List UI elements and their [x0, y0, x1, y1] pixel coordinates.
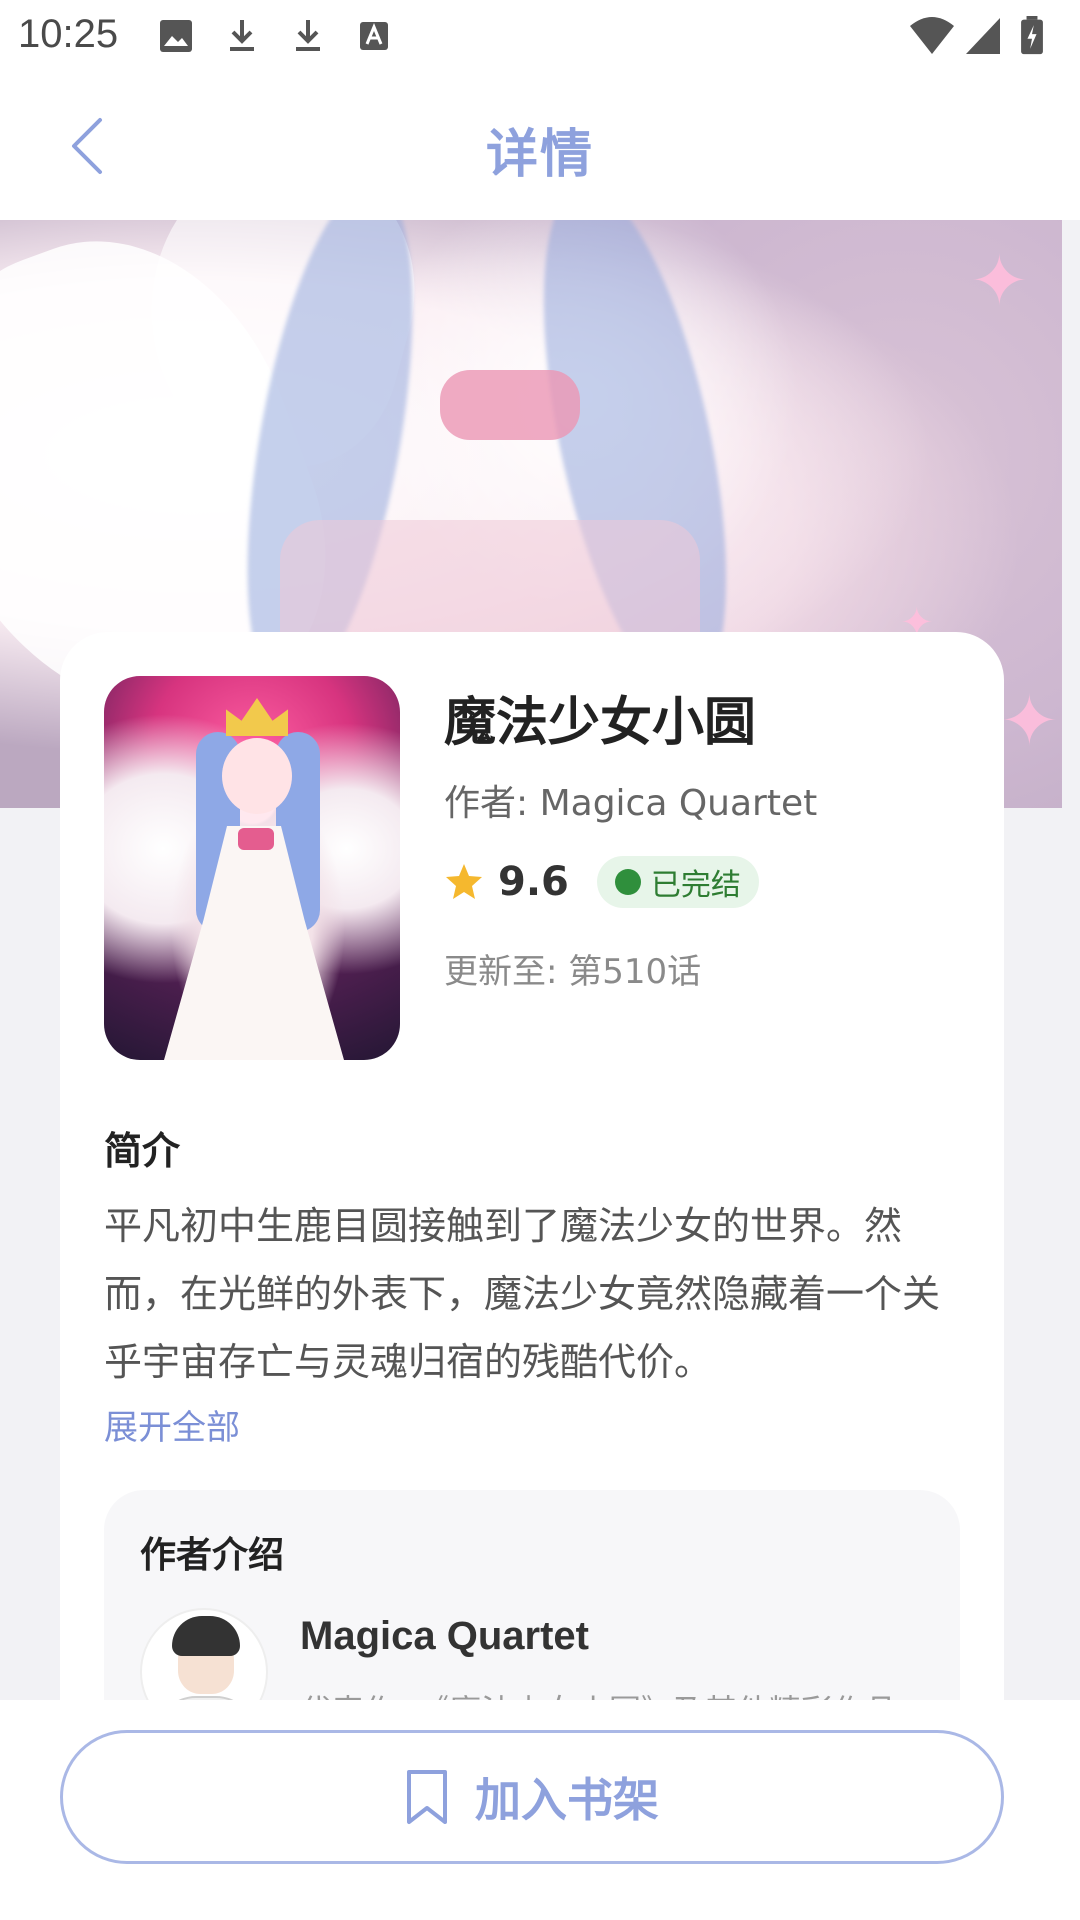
add-to-shelf-button[interactable]: 加入书架 [60, 1730, 1004, 1864]
cover-image [104, 676, 400, 1060]
signal-icon [966, 18, 1000, 54]
status-bar: 10:25 [0, 0, 1080, 72]
rating-value: 9.6 [498, 859, 569, 905]
detail-screen: 10:25 详情 ✦ ✦ ✦ 魔法少女小圆 作者: Magica Quartet… [0, 0, 1080, 1920]
status-dot-icon [614, 869, 641, 895]
status-time: 10:25 [18, 12, 119, 56]
bookmark-icon [407, 1770, 447, 1824]
app-header: 详情 [0, 72, 1080, 220]
download-icon [230, 20, 254, 51]
status-badge: 已完结 [596, 856, 759, 908]
rating-row: 9.6 已完结 [444, 854, 759, 910]
add-to-shelf-label: 加入书架 [475, 1773, 659, 1827]
intro-heading: 简介 [104, 1129, 181, 1173]
manga-title: 魔法少女小圆 [444, 693, 757, 753]
image-icon [160, 20, 192, 52]
manga-author: 作者: Magica Quartet [444, 783, 818, 824]
expand-all-link[interactable]: 展开全部 [104, 1400, 240, 1449]
page-title: 详情 [485, 125, 594, 185]
battery-charging-icon [1021, 16, 1043, 55]
author-intro-heading: 作者介绍 [140, 1535, 285, 1576]
star-icon [446, 864, 482, 899]
bottom-bar: 加入书架 [0, 1700, 1080, 1920]
wifi-icon [910, 17, 954, 54]
status-text: 已完结 [650, 868, 741, 903]
font-icon [360, 22, 388, 50]
author-name[interactable]: Magica Quartet [300, 1614, 589, 1659]
download-icon [296, 20, 320, 51]
intro-text: 平凡初中生鹿目圆接触到了魔法少女的世界。然而，在光鲜的外表下，魔法少女竟然隐藏着… [104, 1204, 941, 1384]
update-info: 更新至: 第510话 [444, 952, 702, 992]
